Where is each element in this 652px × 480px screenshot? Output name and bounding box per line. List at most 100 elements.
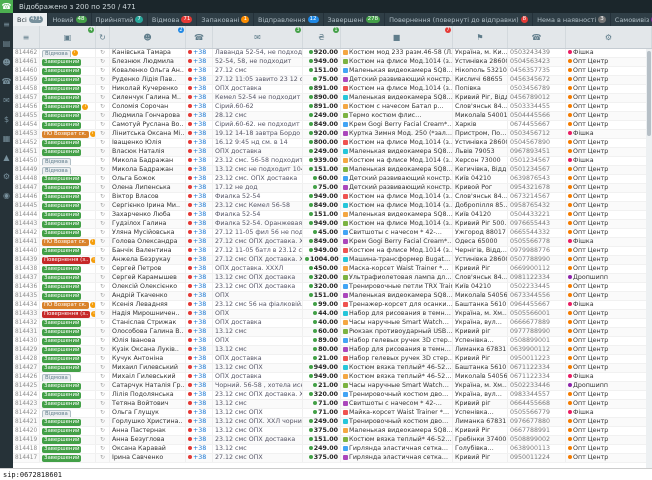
sync-icon[interactable]: ↻ [96, 364, 110, 372]
sync-icon[interactable]: ↻ [96, 229, 110, 237]
col-source[interactable]: ⚙ [566, 26, 652, 48]
tab-всі[interactable]: Всі471 [13, 13, 48, 26]
sync-icon[interactable]: ↻ [96, 274, 110, 282]
tab-завершені[interactable]: Завершені278 [324, 13, 386, 26]
col-sync[interactable]: ↻ [96, 26, 110, 48]
table-row[interactable]: 814421Завершений↻Горлушко Христина..+381… [13, 418, 652, 427]
table-row[interactable]: 814456Завершенийi↻Соломія Сорочан+38Сіри… [13, 103, 652, 112]
table-row[interactable]: 814436Завершений↻Олексій Олексієнко+3823… [13, 283, 652, 292]
table-row[interactable]: 814455Завершений↻Людмила Гончарова+3828.… [13, 112, 652, 121]
table-row[interactable]: 814446Завершений↻Віктор Власов+38Фиалка … [13, 193, 652, 202]
sync-icon[interactable]: ↻ [96, 130, 110, 138]
col-id[interactable]: ≡ [13, 26, 40, 48]
table-row[interactable]: 814447Завершений↻Олена Липенська+3817.12… [13, 184, 652, 193]
col-status[interactable]: ▣4 [40, 26, 96, 48]
table-row[interactable]: 814417Завершений↻Ірина Савченко+3827.12 … [13, 454, 652, 463]
sync-icon[interactable]: ↻ [96, 103, 110, 111]
table-row[interactable]: 814431Завершений↻Олособова Галина В..+38… [13, 328, 652, 337]
settings-icon[interactable]: ⚙ [3, 173, 10, 181]
col-phone[interactable]: ☎ [508, 26, 566, 48]
col-delivery[interactable]: ⚑ [453, 26, 508, 48]
sync-icon[interactable]: ↻ [96, 121, 110, 129]
col-total[interactable]: ₴1 [303, 26, 341, 48]
sync-icon[interactable]: ↻ [96, 202, 110, 210]
table-row[interactable]: 814423Завершений↻Тетяна Войтович+3813.12… [13, 400, 652, 409]
table-row[interactable]: 814450Відмова↻Микола Бадражан+3823.12 см… [13, 157, 652, 166]
table-row[interactable]: 814418Завершений↻Оксана Каравай+3813.12 … [13, 445, 652, 454]
calls-icon[interactable]: ☎ [2, 78, 12, 86]
scrollbar-thumb[interactable] [647, 51, 651, 136]
sync-icon[interactable]: ↻ [96, 337, 110, 345]
sync-icon[interactable]: ↻ [96, 454, 110, 462]
sync-icon[interactable]: ↻ [96, 301, 110, 309]
sync-icon[interactable]: ↻ [96, 184, 110, 192]
sync-icon[interactable]: ↻ [96, 166, 110, 174]
sync-icon[interactable]: ↻ [96, 400, 110, 408]
logout-icon[interactable]: ◉ [3, 192, 10, 200]
table-row[interactable]: 814441ПО Возврат ск.i↻Голова Олександра+… [13, 238, 652, 247]
vertical-scrollbar[interactable] [646, 49, 652, 469]
sync-icon[interactable]: ↻ [96, 373, 110, 381]
sync-icon[interactable]: ↻ [96, 283, 110, 291]
sync-icon[interactable]: ↻ [96, 292, 110, 300]
table-row[interactable]: 814427Завершений↻Михаил Гилевський+3813.… [13, 364, 652, 373]
table-row[interactable]: 814453ПО Возврат ск.i↻Лінитська Оксана М… [13, 130, 652, 139]
table-row[interactable]: 814425Завершений↻Сатарчук Наталія Гр..+3… [13, 382, 652, 391]
sync-icon[interactable]: ↻ [96, 355, 110, 363]
table-row[interactable]: 814437Завершений↻Сергей Карамышев+3813.1… [13, 274, 652, 283]
sync-icon[interactable]: ↻ [96, 85, 110, 93]
sync-icon[interactable]: ↻ [96, 112, 110, 120]
table-row[interactable]: 814452Завершений↻Іващенко Юлія+3816.12 9… [13, 139, 652, 148]
sync-icon[interactable]: ↻ [96, 310, 110, 318]
sync-icon[interactable]: ↻ [96, 94, 110, 102]
sync-icon[interactable]: ↻ [96, 418, 110, 426]
tab-нема-в-наявності[interactable]: Нема в наявності3 [533, 13, 611, 26]
sync-icon[interactable]: ↻ [96, 193, 110, 201]
tab-запаковані[interactable]: Запаковані1 [197, 13, 254, 26]
sync-icon[interactable]: ↻ [96, 256, 110, 264]
sync-icon[interactable]: ↻ [96, 436, 110, 444]
table-row[interactable]: 814444Завершений↻Захарченко Люба+38Фиалк… [13, 211, 652, 220]
table-row[interactable]: 814428Завершений↻Кучук Антоніна+38ОПХ до… [13, 355, 652, 364]
table-row[interactable]: 814430Завершений↻Юлія Іванова+38ОПХ89.00… [13, 337, 652, 346]
table-row[interactable]: 814454Завершений↻Самотуй Руслана Во..+38… [13, 121, 652, 130]
sync-icon[interactable]: ↻ [96, 382, 110, 390]
sync-icon[interactable]: ↻ [96, 427, 110, 435]
sync-icon[interactable]: ↻ [96, 211, 110, 219]
sync-icon[interactable]: ↻ [96, 328, 110, 336]
messages-icon[interactable]: ✉ [3, 97, 10, 105]
sync-icon[interactable]: ↻ [96, 67, 110, 75]
sync-icon[interactable]: ↻ [96, 220, 110, 228]
table-row[interactable]: 814434ПО Возврат ск.i↻Ксенія Левадняя+38… [13, 301, 652, 310]
tab-новий[interactable]: Новий48 [48, 13, 91, 26]
clients-icon[interactable]: ☻ [2, 59, 10, 67]
table-row[interactable]: 814439Повернення (з..i↻Анжела Безрукау+3… [13, 256, 652, 265]
sync-icon[interactable]: ↻ [96, 346, 110, 354]
table-row[interactable]: 814449Відмова↻Микола Бадражан+3813.12 см… [13, 166, 652, 175]
orders-icon[interactable]: ▤ [3, 40, 11, 48]
sync-icon[interactable]: ↻ [96, 157, 110, 165]
table-row[interactable]: 814448Завершений↻Ольга Божок+3823.12 смс… [13, 175, 652, 184]
col-phone-prefix[interactable]: ☎ [186, 26, 213, 48]
table-row[interactable]: 814422Відмова↻Ольга Глущук+3813.12 смс О… [13, 409, 652, 418]
col-product[interactable]: ■7 [341, 26, 453, 48]
sync-icon[interactable]: ↻ [96, 175, 110, 183]
sync-icon[interactable]: ↻ [96, 265, 110, 273]
table-row[interactable]: 814429Завершений↻Кузік Оксана Луків..+38… [13, 346, 652, 355]
sync-icon[interactable]: ↻ [96, 247, 110, 255]
sync-icon[interactable]: ↻ [96, 445, 110, 453]
sync-icon[interactable]: ↻ [96, 139, 110, 147]
table-row[interactable]: 814462Відмоваi↻Канівська Тамара+38Лаванд… [13, 49, 652, 58]
table-row[interactable]: 814433Повернення (з..i↻Надія Мирошничен.… [13, 310, 652, 319]
sync-icon[interactable]: ↻ [96, 49, 110, 57]
tab-самовивіз[interactable]: Самовивіз2 [611, 13, 652, 26]
phone-box-icon[interactable]: ☎ [0, 0, 13, 13]
sync-icon[interactable]: ↻ [96, 58, 110, 66]
sync-icon[interactable]: ↻ [96, 409, 110, 417]
table-row[interactable]: 814438Завершений↻Сергей Петров+38ОПХ дос… [13, 265, 652, 274]
tab-відмова[interactable]: Відмова71 [148, 13, 197, 26]
table-row[interactable]: 814424Завершений↻Лілія Подолянська+3823.… [13, 391, 652, 400]
products-icon[interactable]: ▦ [3, 135, 11, 143]
table-row[interactable]: 814426Відмова↻Михаіл Гилевський+38ОПХ до… [13, 373, 652, 382]
table-row[interactable]: 814451Завершений↻Власюк Наталія+38ОПХ до… [13, 148, 652, 157]
